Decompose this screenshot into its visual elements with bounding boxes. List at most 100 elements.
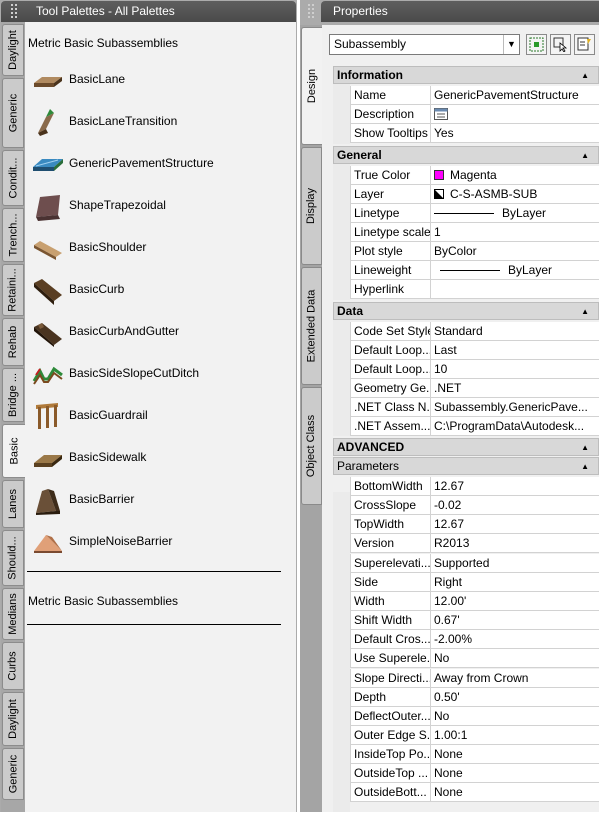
- parameter-value[interactable]: No: [432, 707, 599, 726]
- description-edit-icon[interactable]: [434, 108, 448, 120]
- parameter-value[interactable]: None: [432, 783, 599, 802]
- parameter-value[interactable]: Right: [432, 573, 599, 592]
- tool-item-generic-pavement-structure[interactable]: GenericPavementStructure: [25, 145, 285, 185]
- tool-item-basic-side-slope-cut-ditch[interactable]: BasicSideSlopeCutDitch: [25, 355, 285, 395]
- property-row-layer[interactable]: Layer C-S-ASMB-SUB: [350, 185, 599, 204]
- parameter-value[interactable]: 0.50': [432, 688, 599, 707]
- palette-tab-shoulder[interactable]: Should...: [2, 530, 24, 586]
- palette-tab-generic[interactable]: Generic: [2, 78, 24, 148]
- property-row-net-assembly[interactable]: .NET Assem... C:\ProgramData\Autodesk...: [350, 417, 599, 436]
- parameter-value[interactable]: 12.00': [432, 592, 599, 611]
- parameter-name: TopWidth: [350, 515, 431, 535]
- tab-display[interactable]: Display: [301, 147, 322, 265]
- select-objects-button[interactable]: [550, 34, 571, 55]
- category-data[interactable]: Data ▲: [333, 302, 599, 320]
- tool-item-basic-curb[interactable]: BasicCurb: [25, 271, 285, 311]
- palette-tab-basic[interactable]: Basic: [2, 424, 26, 478]
- property-row-default-loop-1[interactable]: Default Loop... Last: [350, 341, 599, 360]
- palette-tab-bridge[interactable]: Bridge ...: [2, 368, 24, 422]
- parameter-value[interactable]: None: [432, 745, 599, 764]
- parameter-row[interactable]: InsideTop Po... None: [350, 745, 599, 765]
- parameter-row[interactable]: Depth 0.50': [350, 687, 599, 707]
- tool-item-basic-guardrail[interactable]: BasicGuardrail: [25, 397, 285, 437]
- property-row-plot-style[interactable]: Plot style ByColor: [350, 242, 599, 261]
- tab-object-class[interactable]: Object Class: [301, 387, 322, 505]
- parameter-row[interactable]: Use Superele... No: [350, 649, 599, 669]
- tab-extended-data[interactable]: Extended Data: [301, 267, 322, 385]
- palette-tab-curbs[interactable]: Curbs: [2, 642, 24, 690]
- parameter-row[interactable]: TopWidth 12.67: [350, 515, 599, 535]
- tool-item-basic-curb-and-gutter[interactable]: BasicCurbAndGutter: [25, 313, 285, 353]
- tool-item-simple-noise-barrier[interactable]: SimpleNoiseBarrier: [25, 523, 285, 563]
- palette-tab-generic-2[interactable]: Generic: [2, 748, 24, 800]
- tool-item-basic-lane-transition[interactable]: BasicLaneTransition: [25, 103, 285, 143]
- parameter-row[interactable]: Outer Edge S... 1.00:1: [350, 725, 599, 745]
- parameter-value[interactable]: -2.00%: [432, 630, 599, 649]
- collapse-icon: ▲: [581, 307, 589, 316]
- parameter-value[interactable]: None: [432, 764, 599, 783]
- parameter-value[interactable]: 1.00:1: [432, 726, 599, 745]
- palette-tab-daylight[interactable]: Daylight: [2, 24, 24, 76]
- parameter-row[interactable]: CrossSlope -0.02: [350, 496, 599, 516]
- property-row-default-loop-2[interactable]: Default Loop... 10: [350, 360, 599, 379]
- property-row-linetype-scale[interactable]: Linetype scale 1: [350, 223, 599, 242]
- parameter-name: Use Superele...: [350, 649, 431, 669]
- property-row-true-color[interactable]: True Color Magenta: [350, 166, 599, 185]
- property-row-hyperlink[interactable]: Hyperlink: [350, 280, 599, 299]
- parameter-row[interactable]: Superelevati... Supported: [350, 553, 599, 573]
- category-parameters[interactable]: Parameters ▲: [333, 457, 599, 475]
- parameter-value[interactable]: 12.67: [432, 515, 599, 534]
- tool-item-basic-shoulder[interactable]: BasicShoulder: [25, 229, 285, 269]
- tool-item-basic-lane[interactable]: BasicLane: [25, 61, 285, 101]
- palette-tab-rehab[interactable]: Rehab: [2, 318, 24, 366]
- parameter-value[interactable]: Supported: [432, 554, 599, 573]
- property-row-code-set-style[interactable]: Code Set Style Standard: [350, 322, 599, 341]
- parameter-row[interactable]: BottomWidth 12.67: [350, 477, 599, 496]
- parameter-value[interactable]: 12.67: [432, 477, 599, 496]
- property-row-net-class-name[interactable]: .NET Class N... Subassembly.GenericPave..…: [350, 398, 599, 417]
- parameter-value[interactable]: 0.67': [432, 611, 599, 630]
- palette-tab-lanes[interactable]: Lanes: [2, 480, 24, 528]
- grid-gutter: [333, 84, 350, 144]
- grid-gutter: [333, 492, 350, 812]
- properties-titlebar[interactable]: Properties: [321, 1, 599, 22]
- parameter-value[interactable]: -0.02: [432, 496, 599, 515]
- parameter-value[interactable]: R2013: [432, 534, 599, 553]
- property-row-linetype[interactable]: Linetype ByLayer: [350, 204, 599, 223]
- category-information[interactable]: Information ▲: [333, 66, 599, 84]
- property-row-geometry-generator[interactable]: Geometry Ge... .NET: [350, 379, 599, 398]
- palette-tab-medians[interactable]: Medians: [2, 588, 24, 640]
- palette-tab-strip: Daylight Generic Condit... Trench... Ret…: [1, 22, 26, 812]
- quick-select-icon: [577, 37, 591, 51]
- palette-tab-trench[interactable]: Trench...: [2, 208, 24, 262]
- property-row-show-tooltips[interactable]: Show Tooltips Yes: [350, 124, 599, 143]
- parameter-row[interactable]: OutsideBott... None: [350, 783, 599, 803]
- parameter-name: Outer Edge S...: [350, 725, 431, 745]
- parameter-row[interactable]: Width 12.00': [350, 591, 599, 611]
- category-advanced[interactable]: ADVANCED ▲: [333, 438, 599, 456]
- tool-item-shape-trapezoidal[interactable]: ShapeTrapezoidal: [25, 187, 285, 227]
- property-row-description[interactable]: Description: [350, 105, 599, 124]
- toggle-pickadd-button[interactable]: [526, 34, 547, 55]
- palette-tab-daylight-2[interactable]: Daylight: [2, 692, 24, 746]
- parameter-row[interactable]: OutsideTop ... None: [350, 764, 599, 784]
- parameter-row[interactable]: Shift Width 0.67': [350, 611, 599, 631]
- parameter-row[interactable]: Default Cros... -2.00%: [350, 630, 599, 650]
- parameter-row[interactable]: Side Right: [350, 572, 599, 592]
- palette-tab-conditional[interactable]: Condit...: [2, 150, 24, 206]
- palette-tab-retaining[interactable]: Retaini...: [2, 264, 24, 316]
- property-row-lineweight[interactable]: Lineweight ByLayer: [350, 261, 599, 280]
- quick-select-button[interactable]: [574, 34, 595, 55]
- property-row-name[interactable]: Name GenericPavementStructure: [350, 86, 599, 105]
- parameter-value[interactable]: No: [432, 649, 599, 668]
- parameter-value[interactable]: Away from Crown: [432, 669, 599, 688]
- object-type-dropdown[interactable]: Subassembly ▼: [329, 34, 520, 55]
- parameter-row[interactable]: Version R2013: [350, 534, 599, 554]
- parameter-row[interactable]: Slope Directi... Away from Crown: [350, 668, 599, 688]
- category-general[interactable]: General ▲: [333, 146, 599, 164]
- parameter-row[interactable]: DeflectOuter... No: [350, 706, 599, 726]
- tool-palettes-titlebar[interactable]: Tool Palettes - All Palettes: [1, 1, 296, 22]
- tab-design[interactable]: Design: [301, 27, 322, 145]
- tool-item-basic-sidewalk[interactable]: BasicSidewalk: [25, 439, 285, 479]
- tool-item-basic-barrier[interactable]: BasicBarrier: [25, 481, 285, 521]
